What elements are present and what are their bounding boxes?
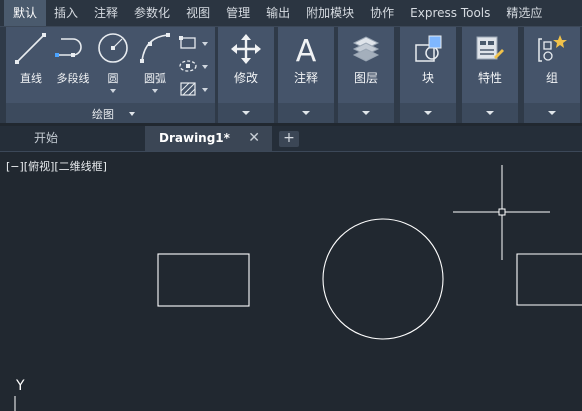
tab-collaborate[interactable]: 协作 — [362, 0, 402, 26]
model-space — [14, 165, 582, 411]
rectangle-tool-button[interactable] — [178, 33, 214, 53]
tab-annotate[interactable]: 注释 — [86, 0, 126, 26]
annotation-dropdown-icon — [302, 111, 310, 115]
partial-rectangle-entity[interactable] — [516, 253, 582, 306]
modify-dropdown-icon — [242, 111, 250, 115]
draw-group-expand-icon[interactable] — [129, 112, 135, 116]
layers-panel-button[interactable]: 图层 — [338, 27, 394, 123]
draw-group-title-bar[interactable]: 绘图 — [6, 103, 215, 123]
circle-entity[interactable] — [322, 218, 444, 340]
hatch-tool-button[interactable] — [178, 79, 214, 99]
rectangle-icon — [179, 36, 196, 49]
draw-tools: 直线 多段线 圆 圆弧 — [6, 27, 215, 102]
tab-start[interactable]: 开始 — [20, 126, 144, 151]
ribbon-tab-bar: 默认 插入 注释 参数化 视图 管理 输出 附加模块 协作 Express To… — [0, 0, 582, 27]
rectangle-entity[interactable] — [157, 253, 250, 307]
annotation-label: 注释 — [293, 71, 318, 85]
line-tool-label: 直线 — [20, 72, 42, 85]
circle-tool-label: 圆 — [107, 72, 119, 85]
group-panel-button[interactable]: 组 — [524, 27, 580, 123]
properties-icon — [476, 36, 504, 60]
circle-icon — [98, 33, 128, 63]
draw-group-title: 绘图 — [92, 108, 114, 121]
arc-icon — [140, 33, 170, 63]
properties-dropdown-icon — [486, 111, 494, 115]
tab-addins[interactable]: 附加模块 — [298, 0, 362, 26]
tab-featured[interactable]: 精选应 — [498, 0, 550, 26]
layers-label: 图层 — [353, 71, 378, 85]
tab-default[interactable]: 默认 — [4, 0, 47, 26]
annotation-expand[interactable] — [278, 103, 334, 123]
tab-drawing1[interactable]: Drawing1* ✕ — [145, 126, 272, 151]
layers-expand[interactable] — [338, 103, 394, 123]
file-tab-bar: 开始 Drawing1* ✕ + — [0, 126, 582, 152]
layers-icon — [352, 36, 380, 62]
polyline-tool-label: 多段线 — [56, 72, 90, 85]
tab-express-tools[interactable]: Express Tools — [402, 0, 498, 26]
svg-text:A: A — [296, 34, 317, 65]
modify-panel-button[interactable]: 修改 — [218, 27, 274, 123]
hatch-dropdown-icon[interactable] — [202, 88, 208, 92]
block-icon — [415, 35, 442, 62]
draw-group: 直线 多段线 圆 圆弧 绘图 — [6, 27, 215, 123]
rectangle-dropdown-icon[interactable] — [202, 42, 208, 46]
small-draw-tools — [174, 31, 214, 101]
ribbon-panel: 直线 多段线 圆 圆弧 绘图 修改 A 注释 图层 块 特性 组 — [0, 27, 582, 123]
modify-expand[interactable] — [218, 103, 274, 123]
properties-expand[interactable] — [462, 103, 518, 123]
drawing-tab-label: Drawing1* — [159, 131, 230, 145]
tab-parametric[interactable]: 参数化 — [126, 0, 178, 26]
ucs-y-label: Y — [16, 378, 25, 394]
new-tab-button[interactable]: + — [279, 131, 299, 147]
block-label: 块 — [421, 71, 434, 85]
ellipse-icon — [179, 60, 197, 72]
polyline-icon — [55, 38, 82, 57]
ellipse-dropdown-icon[interactable] — [202, 65, 208, 69]
group-label: 组 — [545, 71, 558, 85]
line-tool-button[interactable]: 直线 — [10, 31, 52, 97]
line-icon — [15, 33, 46, 64]
tab-view[interactable]: 视图 — [178, 0, 218, 26]
properties-label: 特性 — [477, 71, 502, 85]
polyline-tool-button[interactable]: 多段线 — [52, 31, 94, 97]
group-dropdown-icon — [548, 111, 556, 115]
text-icon: A — [296, 34, 317, 65]
annotation-panel-button[interactable]: A 注释 — [278, 27, 334, 123]
group-expand[interactable] — [524, 103, 580, 123]
modify-label: 修改 — [233, 71, 258, 85]
arc-tool-label: 圆弧 — [144, 72, 166, 85]
close-tab-icon[interactable]: ✕ — [248, 126, 260, 151]
block-dropdown-icon — [424, 111, 432, 115]
move-icon — [231, 34, 261, 64]
circle-tool-button[interactable]: 圆 — [92, 31, 134, 97]
drawing-canvas[interactable]: [−][俯视][二维线框] Y — [0, 152, 582, 411]
crosshair-cursor — [453, 165, 550, 260]
block-expand[interactable] — [400, 103, 456, 123]
arc-dropdown-icon[interactable] — [152, 89, 158, 93]
tab-manage[interactable]: 管理 — [218, 0, 258, 26]
hatch-icon — [180, 82, 196, 96]
properties-panel-button[interactable]: 特性 — [462, 27, 518, 123]
circle-dropdown-icon[interactable] — [110, 89, 116, 93]
arc-tool-button[interactable]: 圆弧 — [134, 31, 176, 97]
layers-dropdown-icon — [362, 111, 370, 115]
tab-insert[interactable]: 插入 — [46, 0, 86, 26]
tab-output[interactable]: 输出 — [258, 0, 298, 26]
block-panel-button[interactable]: 块 — [400, 27, 456, 123]
group-icon — [538, 35, 567, 62]
ellipse-tool-button[interactable] — [178, 56, 214, 76]
